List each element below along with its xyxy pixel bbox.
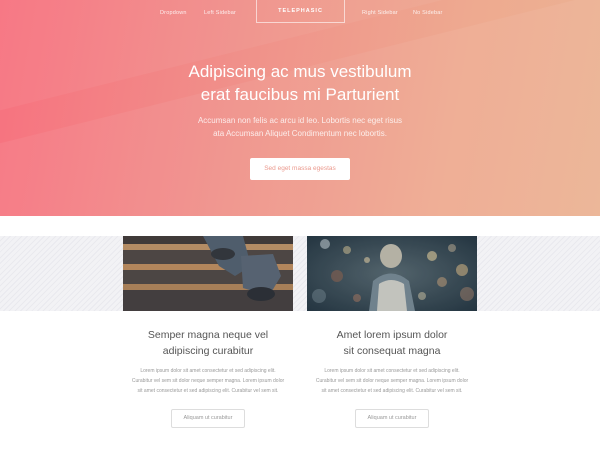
- card-title-line: Amet lorem ipsum dolor: [336, 329, 448, 341]
- card-button[interactable]: Aliquam ut curabitur: [355, 409, 429, 428]
- nav-item-dropdown[interactable]: Dropdown: [160, 10, 187, 16]
- site-logo[interactable]: TELEPHASIC: [256, 0, 345, 23]
- card-button[interactable]: Aliquam ut curabitur: [171, 409, 245, 428]
- nav-item-no-sidebar[interactable]: No Sidebar: [413, 10, 443, 16]
- hero-subtitle-line: ata Accumsan Aliquet Condimentum nec lob…: [213, 129, 387, 138]
- card-title-line: sit consequat magna: [343, 345, 441, 357]
- card-image-stairs: [123, 236, 293, 311]
- card-body: Lorem ipsum dolor sit amet consectetur e…: [123, 366, 293, 396]
- card-title: Amet lorem ipsum dolor sit consequat mag…: [307, 327, 477, 359]
- person-backpack-bokeh-photo: [307, 236, 477, 311]
- hero-banner: Dropdown Left Sidebar TELEPHASIC Right S…: [0, 0, 600, 216]
- top-nav: Dropdown Left Sidebar TELEPHASIC Right S…: [0, 0, 600, 24]
- card-image-bokeh: [307, 236, 477, 311]
- hero-title: Adipiscing ac mus vestibulum erat faucib…: [0, 60, 600, 106]
- card-body-line: Curabitur vel sem sit dolor neque semper…: [131, 378, 285, 384]
- hero-title-line: Adipiscing ac mus vestibulum: [188, 62, 412, 81]
- card-body-line: sit amet consectetur et sed adipiscing e…: [137, 388, 279, 394]
- hero-subtitle: Accumsan non felis ac arcu id leo. Lobor…: [0, 114, 600, 140]
- card-title-line: Semper magna neque vel: [147, 329, 269, 341]
- hero-title-line: erat faucibus mi Parturient: [200, 85, 400, 104]
- image-band-background: [0, 236, 600, 311]
- hero-cta-button[interactable]: Sed eget massa egestas: [250, 158, 350, 180]
- card-body-line: sit amet consectetur et sed adipiscing e…: [321, 388, 463, 394]
- hero-subtitle-line: Accumsan non felis ac arcu id leo. Lobor…: [197, 116, 403, 125]
- card-title-line: adipiscing curabitur: [162, 345, 254, 357]
- card-body-line: Lorem ipsum dolor sit amet consectetur e…: [140, 368, 276, 374]
- stairs-feet-photo: [123, 236, 293, 311]
- card-title: Semper magna neque vel adipiscing curabi…: [123, 327, 293, 359]
- card-body-line: Lorem ipsum dolor sit amet consectetur e…: [324, 368, 460, 374]
- card-body: Lorem ipsum dolor sit amet consectetur e…: [307, 366, 477, 396]
- nav-item-left-sidebar[interactable]: Left Sidebar: [204, 10, 236, 16]
- nav-item-right-sidebar[interactable]: Right Sidebar: [362, 10, 398, 16]
- card-body-line: Curabitur vel sem sit dolor neque semper…: [315, 378, 469, 384]
